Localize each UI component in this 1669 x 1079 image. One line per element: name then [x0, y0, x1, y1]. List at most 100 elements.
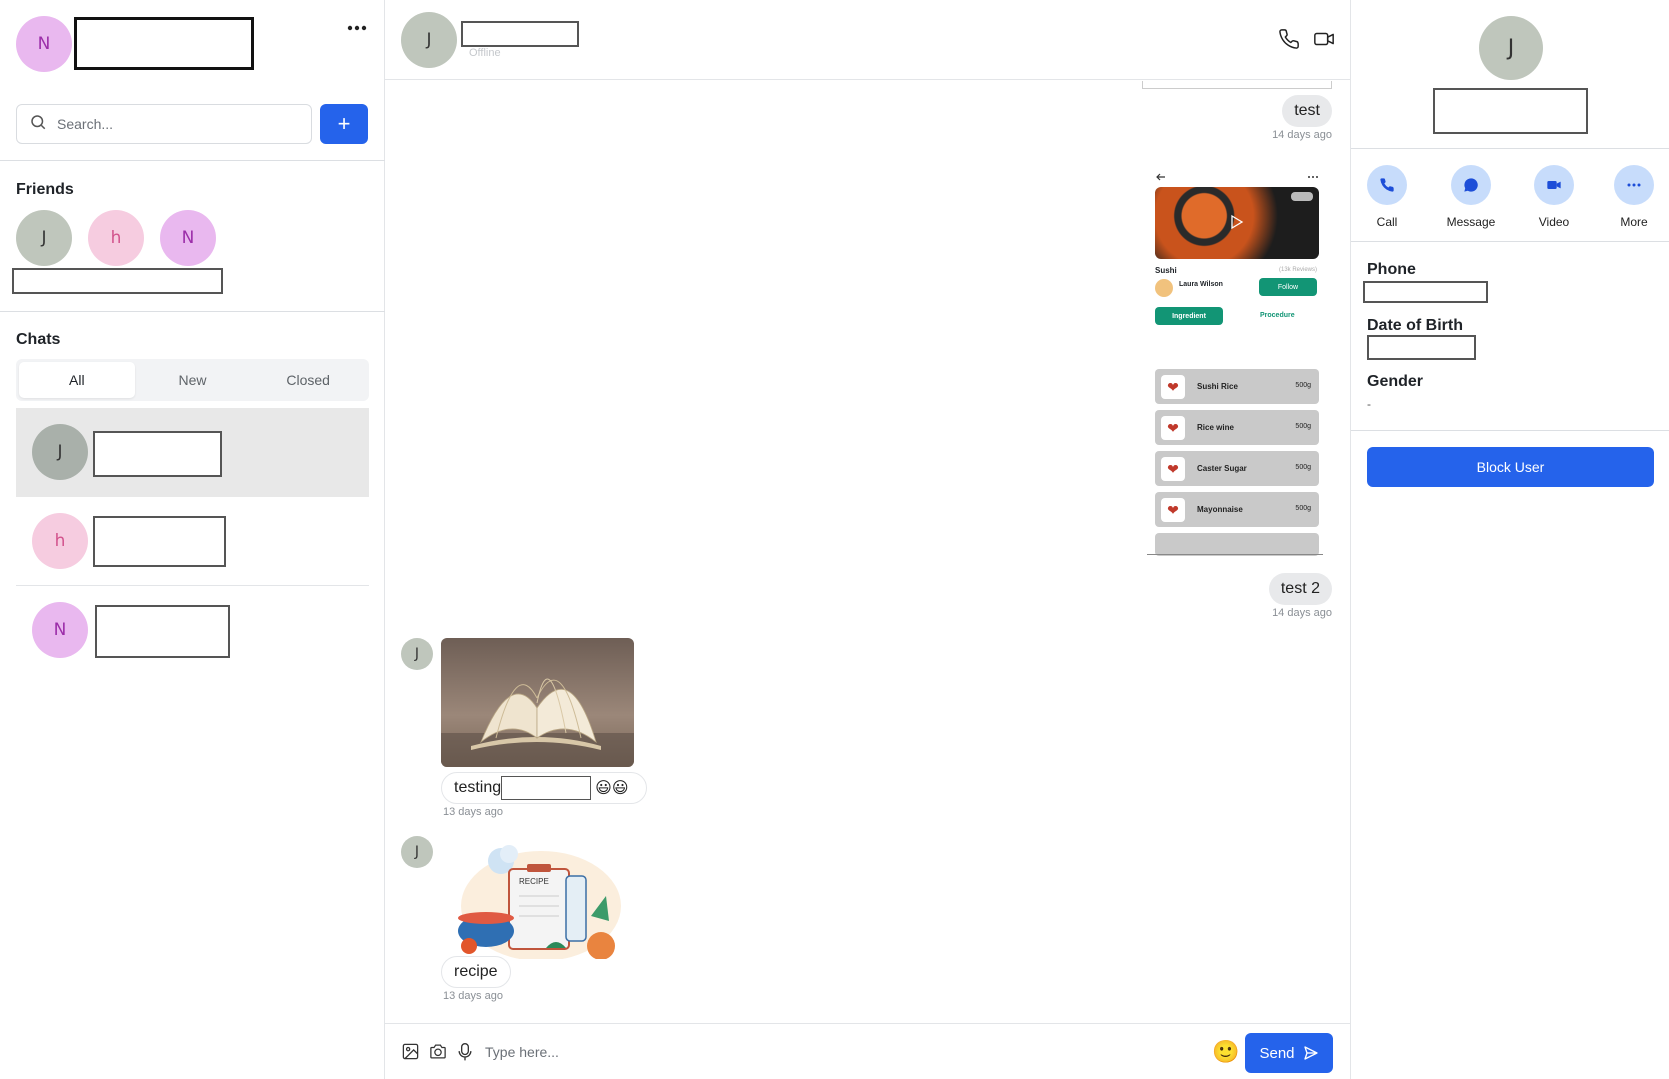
- friends-title: Friends: [16, 181, 74, 198]
- chat-list-item[interactable]: N: [16, 586, 369, 675]
- chat-name-redacted: [93, 516, 226, 567]
- chat-list-item[interactable]: h: [16, 497, 369, 586]
- search-field[interactable]: [16, 104, 312, 144]
- search-input[interactable]: [57, 116, 297, 132]
- profile-name-redacted: [1433, 88, 1588, 134]
- back-arrow-icon: [1156, 173, 1165, 181]
- divider: [0, 311, 385, 312]
- more-horizontal-icon: [1614, 165, 1654, 205]
- divider: [1351, 241, 1669, 242]
- chat-avatar: h: [32, 513, 88, 569]
- more-options-icon[interactable]: [343, 14, 371, 42]
- chats-title: Chats: [16, 331, 61, 348]
- phone-icon[interactable]: [1278, 28, 1300, 55]
- message-emoji: 😃😃: [595, 780, 629, 797]
- procedure-tab: Procedure: [1260, 312, 1295, 319]
- message-image[interactable]: [441, 638, 634, 767]
- action-label: Call: [1376, 215, 1398, 229]
- emoji-icon[interactable]: 🙂: [1212, 1039, 1239, 1065]
- send-button[interactable]: Send: [1245, 1033, 1333, 1073]
- divider: [0, 160, 385, 161]
- message-bubble[interactable]: testing 😃😃: [441, 772, 647, 804]
- image-icon[interactable]: [401, 1042, 420, 1066]
- video-icon: [1534, 165, 1574, 205]
- conversation-header: J Offline: [385, 0, 1350, 80]
- open-book-picture: [441, 678, 634, 767]
- more-icon: [1308, 176, 1318, 178]
- tab-closed[interactable]: Closed: [250, 362, 366, 398]
- ingredient-row: [1155, 533, 1319, 556]
- chat-avatar: N: [32, 602, 88, 658]
- my-avatar[interactable]: N: [16, 16, 72, 72]
- dish-title: Sushi: [1155, 266, 1177, 275]
- phone-value-redacted: [1363, 281, 1488, 303]
- chat-name-redacted: [95, 605, 230, 658]
- my-name-redacted: [74, 17, 254, 70]
- follow-button: Follow: [1259, 278, 1317, 296]
- dob-value-redacted: [1367, 335, 1476, 360]
- contact-name-redacted: [461, 21, 579, 47]
- message-input[interactable]: [485, 1040, 1085, 1064]
- sushi-photo: [1155, 187, 1319, 259]
- contact-status: Offline: [469, 47, 501, 59]
- left-sidebar: N + Friends J h N Chats All New Closed J…: [0, 0, 385, 1079]
- chat-filter-tabs: All New Closed: [16, 359, 369, 401]
- message-action-button[interactable]: Message: [1441, 165, 1501, 229]
- chat-name-redacted: [93, 431, 222, 477]
- message-timestamp: 14 days ago: [1272, 607, 1332, 619]
- message-image[interactable]: RECIPE: [441, 836, 634, 961]
- conversation-panel: J Offline test 14 days ago Sushi (13k Re…: [385, 0, 1350, 1079]
- recipe-caption: RECIPE: [519, 877, 549, 886]
- message-bubble[interactable]: test: [1282, 95, 1332, 127]
- block-user-button[interactable]: Block User: [1367, 447, 1654, 487]
- message-timestamp: 13 days ago: [443, 806, 503, 818]
- chat-avatar: J: [32, 424, 88, 480]
- message-bubble[interactable]: test 2: [1268, 573, 1332, 605]
- friend-avatar[interactable]: N: [160, 210, 216, 266]
- message-text: testing: [454, 779, 502, 796]
- tab-new[interactable]: New: [135, 362, 251, 398]
- ingredient-row: ❤ Caster Sugar 500g: [1155, 451, 1319, 486]
- chat-list-item[interactable]: J: [16, 408, 369, 497]
- send-label: Send: [1259, 1044, 1295, 1062]
- phone-label: Phone: [1367, 261, 1416, 278]
- message-composer: 🙂 Send: [385, 1023, 1350, 1079]
- gender-label: Gender: [1367, 373, 1424, 390]
- camera-icon[interactable]: [428, 1042, 448, 1066]
- friend-name-redacted: [12, 268, 223, 294]
- sender-avatar: J: [401, 638, 433, 670]
- action-label: Video: [1538, 215, 1570, 229]
- chat-bubble-icon: [1451, 165, 1491, 205]
- divider: [1351, 430, 1669, 431]
- friend-avatar[interactable]: h: [88, 210, 144, 266]
- microphone-icon[interactable]: [457, 1042, 473, 1067]
- author-name: Laura Wilson: [1179, 281, 1223, 288]
- message-list[interactable]: test 14 days ago Sushi (13k Reviews) Lau…: [385, 81, 1350, 1023]
- action-label: More: [1620, 215, 1648, 229]
- action-label: Message: [1446, 215, 1496, 229]
- contact-avatar[interactable]: J: [401, 12, 457, 68]
- call-action-button[interactable]: Call: [1357, 165, 1417, 229]
- profile-avatar: J: [1479, 16, 1543, 80]
- message-bubble[interactable]: recipe: [441, 956, 511, 988]
- review-count: (13k Reviews): [1278, 267, 1317, 273]
- search-icon: [29, 113, 47, 136]
- message-image[interactable]: Sushi (13k Reviews) Laura Wilson Follow …: [1145, 171, 1325, 556]
- previous-message-edge: [1142, 81, 1332, 89]
- profile-panel: J Call Message Video More Phone Date of …: [1350, 0, 1669, 1079]
- message-timestamp: 14 days ago: [1272, 129, 1332, 141]
- author-avatar: [1155, 279, 1173, 297]
- sender-avatar: J: [401, 836, 433, 868]
- video-camera-icon[interactable]: [1313, 28, 1335, 55]
- gender-value: -: [1367, 397, 1371, 411]
- ingredient-tab: Ingredient: [1155, 307, 1223, 325]
- add-chat-button[interactable]: +: [320, 104, 368, 144]
- friend-avatar[interactable]: J: [16, 210, 72, 266]
- tab-all[interactable]: All: [19, 362, 135, 398]
- more-action-button[interactable]: More: [1604, 165, 1664, 229]
- video-action-button[interactable]: Video: [1524, 165, 1584, 229]
- ingredient-row: ❤ Sushi Rice 500g: [1155, 369, 1319, 404]
- message-text-redacted: [501, 776, 592, 800]
- phone-icon: [1367, 165, 1407, 205]
- message-timestamp: 13 days ago: [443, 990, 503, 1002]
